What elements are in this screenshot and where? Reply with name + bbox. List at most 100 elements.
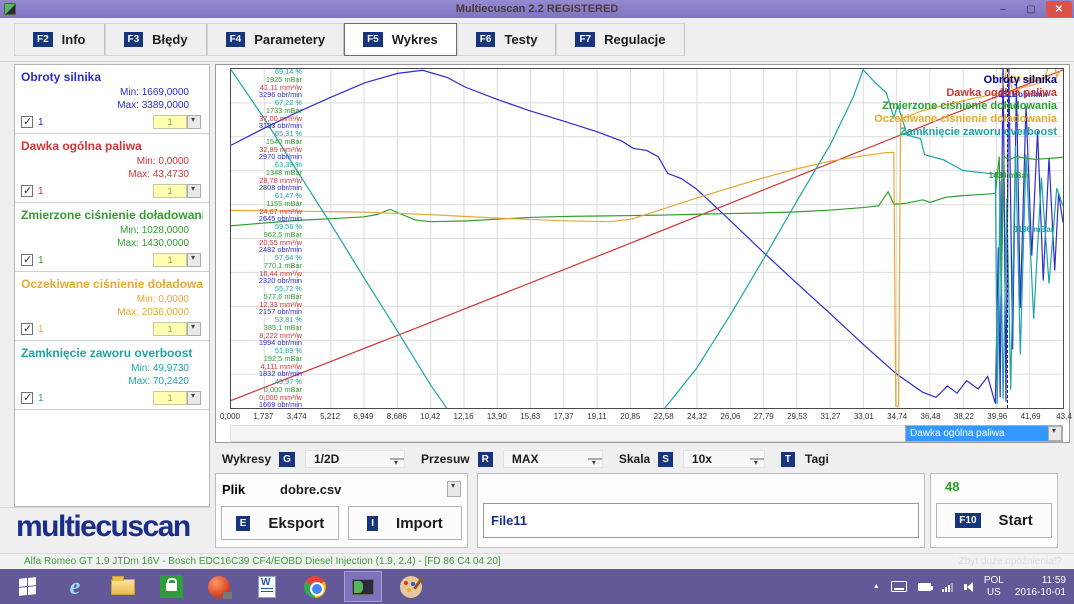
parameter-scale-select[interactable]: 1 — [153, 253, 201, 267]
chevron-down-icon[interactable] — [187, 253, 201, 267]
chart-cursor-line[interactable] — [1007, 69, 1008, 408]
fkey-badge: F4 — [226, 32, 246, 47]
x-axis-tick-label: 8,686 — [387, 412, 407, 421]
chevron-down-icon[interactable] — [750, 458, 764, 460]
parameter-min: Min: 0,0000 — [21, 155, 189, 168]
fkey-badge: F6 — [476, 32, 496, 47]
ie-icon[interactable]: e — [56, 571, 94, 602]
parameter-min: Min: 49,9730 — [21, 362, 189, 375]
parameter-scale-select[interactable]: 1 — [153, 115, 201, 129]
x-axis-tick-label: 3,474 — [287, 412, 307, 421]
chrome-icon[interactable] — [296, 571, 334, 602]
chevron-down-icon[interactable] — [390, 458, 404, 460]
parameter-title: Zamknięcie zaworu overboost — [21, 346, 203, 360]
status-bar: Alfa Romeo GT 1.9 JTDm 16V - Bosch EDC16… — [0, 553, 1074, 569]
parameter-checkbox[interactable] — [21, 323, 33, 335]
palette-icon — [400, 576, 422, 598]
tab-testy[interactable]: F6Testy — [457, 23, 557, 56]
chevron-down-icon[interactable] — [447, 481, 461, 497]
parameter-checkbox[interactable] — [21, 116, 33, 128]
parameter-title: Oczekiwane ciśnienie doładowa — [21, 277, 203, 291]
chart-plot-area[interactable]: 2036 mBar2511 obr/min1430 mBar1196 mBar — [230, 68, 1064, 409]
clock-time: 11:59 — [1015, 575, 1066, 587]
photos-app-icon[interactable] — [200, 571, 238, 602]
clock-date: 2016-10-01 — [1015, 587, 1066, 599]
tab-info[interactable]: F2Info — [14, 23, 105, 56]
close-button[interactable]: ✕ — [1046, 1, 1072, 17]
x-axis-tick-label: 1,737 — [253, 412, 273, 421]
eksport-button[interactable]: E Eksport — [221, 506, 339, 540]
parameter-scale-select[interactable]: 1 — [153, 322, 201, 336]
file-select[interactable]: dobre.csv — [280, 480, 461, 498]
hidden-icons-chevron-icon[interactable]: ▲ — [873, 583, 880, 590]
wykresy-select-value: 1/2D — [314, 452, 339, 466]
import-button-label: Import — [396, 515, 443, 532]
windows-logo-icon — [19, 577, 36, 596]
chevron-down-icon[interactable] — [187, 391, 201, 405]
fkey-badge: F3 — [124, 32, 144, 47]
parameter-scale-select[interactable]: 1 — [153, 391, 201, 405]
store-icon[interactable] — [152, 571, 190, 602]
import-fkey-badge: I — [367, 516, 378, 531]
chevron-down-icon[interactable] — [187, 184, 201, 198]
skala-select[interactable]: 10x — [683, 450, 765, 468]
parameter-min: Min: 1669,0000 — [21, 86, 189, 99]
chevron-down-icon[interactable] — [187, 322, 201, 336]
parameter-title: Obroty silnika — [21, 70, 203, 84]
file-explorer-icon[interactable] — [104, 571, 142, 602]
chevron-down-icon[interactable] — [187, 115, 201, 129]
x-axis-tick-label: 20,85 — [620, 412, 640, 421]
x-axis-tick-label: 33,01 — [854, 412, 874, 421]
chevron-down-icon[interactable] — [588, 458, 602, 460]
chart-panel: 2036 mBar2511 obr/min1430 mBar1196 mBar … — [215, 64, 1070, 443]
minimize-button[interactable]: – — [990, 1, 1016, 17]
start-icon[interactable] — [8, 571, 46, 602]
chevron-down-icon[interactable] — [1048, 426, 1062, 441]
parameter-checkbox-label: 1 — [38, 186, 44, 197]
parameter-scale-select[interactable]: 1 — [153, 184, 201, 198]
series-select[interactable]: Dawka ogólna paliwa — [905, 425, 1063, 442]
battery-icon[interactable] — [918, 583, 931, 591]
tab-regulacje[interactable]: F7Regulacje — [556, 23, 684, 56]
x-axis-tick-label: 43,4 — [1056, 412, 1072, 421]
maximize-button[interactable]: ▢ — [1018, 1, 1044, 17]
language-indicator[interactable]: POL US — [984, 575, 1004, 599]
tab-label: Parametery — [254, 32, 325, 47]
session-name-input[interactable]: File11 — [483, 503, 919, 538]
x-axis-tick-label: 19,11 — [587, 412, 606, 421]
x-axis-tick-label: 15,63 — [520, 412, 540, 421]
parameter-min: Min: 0,0000 — [21, 293, 189, 306]
tagi-toggle[interactable]: Tagi — [805, 452, 829, 466]
x-axis-tick-label: 27,79 — [754, 412, 774, 421]
word-icon[interactable] — [248, 571, 286, 602]
parameter-checkbox[interactable] — [21, 185, 33, 197]
x-axis-tick-label: 13,90 — [487, 412, 507, 421]
tab-błędy[interactable]: F3Błędy — [105, 23, 207, 56]
start-button[interactable]: F10 Start — [936, 503, 1052, 538]
network-signal-icon[interactable] — [942, 582, 953, 592]
multiecuscan-logo: multiecuscan — [16, 510, 190, 544]
divider — [0, 507, 212, 508]
volume-icon[interactable] — [964, 582, 973, 592]
parameter-minmax: Min: 0,0000Max: 43,4730 — [21, 155, 203, 181]
x-axis-tick-label: 41,69 — [1021, 412, 1041, 421]
tab-parametery[interactable]: F4 Parametery — [207, 23, 345, 56]
vehicle-info-text: Alfa Romeo GT 1.9 JTDm 16V - Bosch EDC16… — [24, 556, 501, 567]
wykresy-select[interactable]: 1/2D — [305, 450, 405, 468]
przesuw-select[interactable]: MAX — [503, 450, 603, 468]
paint-icon[interactable] — [392, 571, 430, 602]
x-axis-tick-label: 0,000 — [220, 412, 240, 421]
action-center-icon[interactable] — [891, 581, 907, 592]
clock[interactable]: 11:59 2016-10-01 — [1015, 575, 1066, 599]
parameter-checkbox[interactable] — [21, 254, 33, 266]
x-axis-tick-label: 34,74 — [887, 412, 907, 421]
start-box: 48 F10 Start — [930, 473, 1058, 548]
parameter-minmax: Min: 1028,0000Max: 1430,0000 — [21, 224, 203, 250]
multiecuscan-icon[interactable] — [344, 571, 382, 602]
monitor-leaf-icon — [352, 579, 374, 595]
import-button[interactable]: I Import — [348, 506, 462, 540]
wykresy-fkey-badge: G — [279, 452, 295, 467]
chart-controls-row: Wykresy G 1/2D Przesuw R MAX Skala S 10x… — [222, 447, 1070, 471]
parameter-checkbox[interactable] — [21, 392, 33, 404]
tab-wykres[interactable]: F5Wykres — [344, 23, 457, 56]
